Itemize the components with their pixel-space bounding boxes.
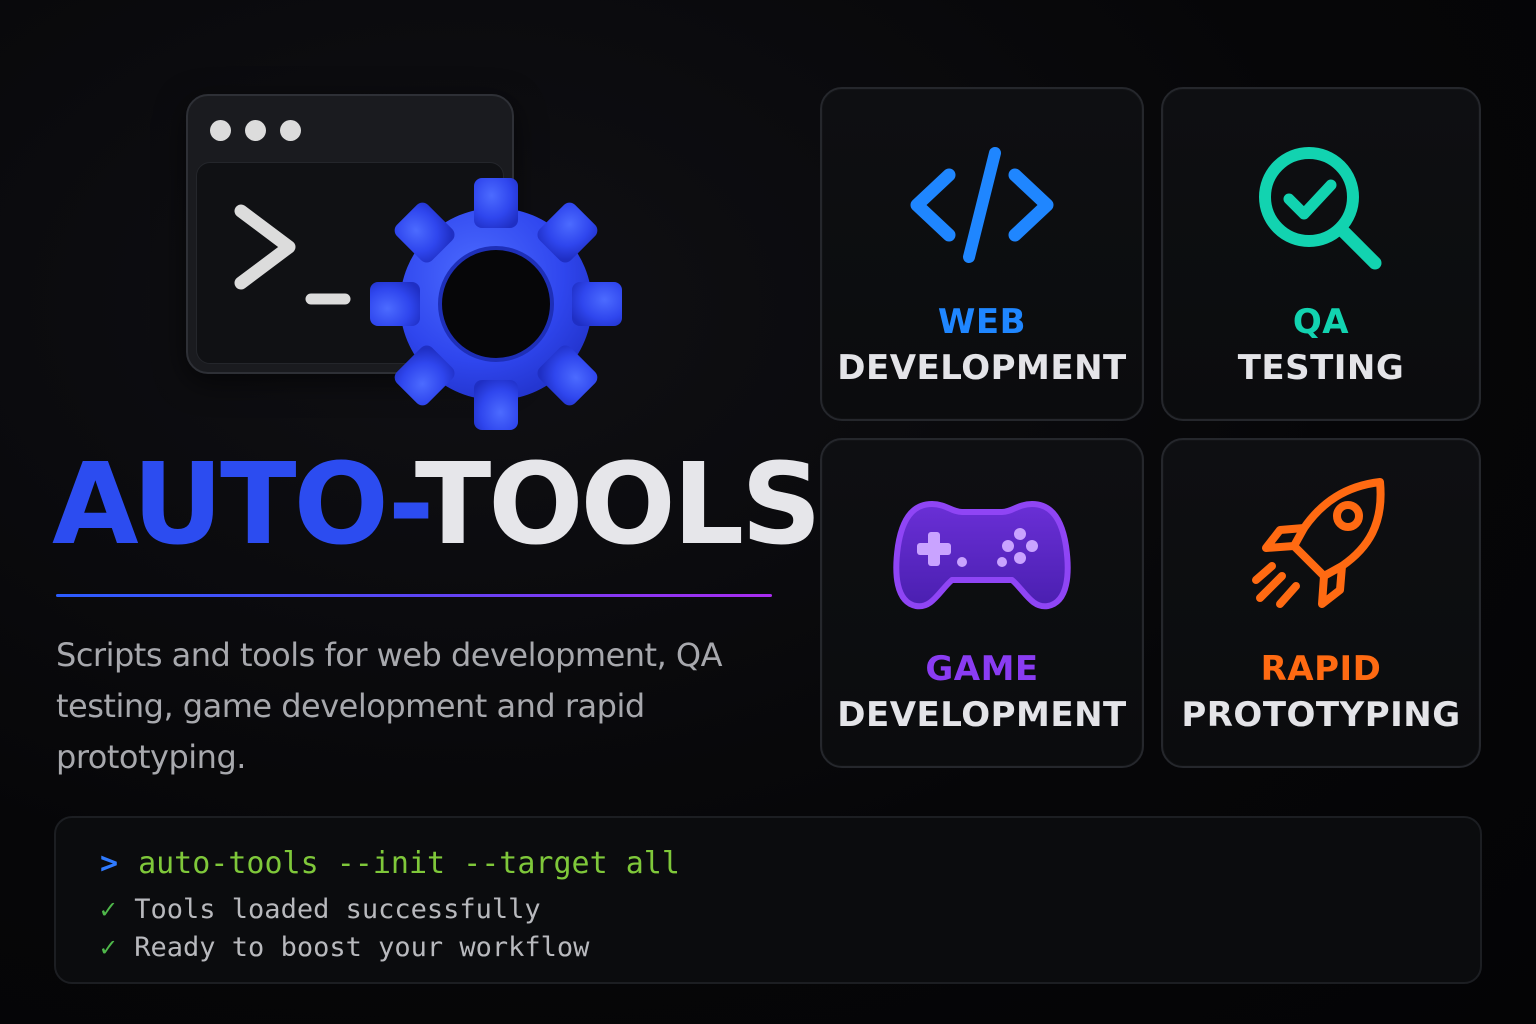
card-label-line1: QA — [1292, 302, 1350, 342]
brand-title-auto: AUTO- — [52, 440, 418, 570]
card-label: RAPID PROTOTYPING — [1163, 646, 1479, 738]
card-label: QA TESTING — [1163, 299, 1479, 391]
rocket-icon — [1252, 478, 1385, 608]
console-panel: > auto-tools --init --target all ✓ Tools… — [54, 816, 1482, 984]
card-label-line1: WEB — [937, 302, 1027, 342]
hero-logo — [180, 90, 630, 435]
console-command-row: > auto-tools --init --target all — [100, 846, 680, 881]
window-dot-icon — [245, 120, 266, 141]
prompt-chevron-icon: > — [100, 846, 119, 881]
page: AUTO-TOOLS Scripts and tools for web dev… — [0, 0, 1536, 1024]
card-label-line2: DEVELOPMENT — [837, 695, 1127, 735]
check-icon: ✓ — [100, 932, 117, 963]
card-qa-testing[interactable]: QA TESTING — [1161, 87, 1481, 421]
brand-title-tools: TOOLS — [414, 440, 822, 570]
check-icon: ✓ — [100, 894, 117, 925]
window-controls — [210, 120, 301, 141]
gear-icon — [370, 178, 622, 430]
console-output-line: ✓ Ready to boost your workflow — [100, 932, 589, 963]
brand-title: AUTO-TOOLS — [52, 440, 822, 570]
card-label-line2: TESTING — [1237, 348, 1405, 388]
console-command: auto-tools --init --target all — [138, 846, 680, 881]
card-label-line1: GAME — [925, 649, 1039, 689]
card-rapid-prototyping[interactable]: RAPID PROTOTYPING — [1161, 438, 1481, 768]
card-label-line2: DEVELOPMENT — [837, 348, 1127, 388]
console-output-text: Tools loaded successfully — [134, 894, 541, 925]
card-label: WEB DEVELOPMENT — [822, 299, 1142, 391]
tagline: Scripts and tools for web development, Q… — [56, 636, 723, 776]
console-output-text: Ready to boost your workflow — [134, 932, 590, 963]
gamepad-icon — [893, 501, 1071, 610]
card-label-line1: RAPID — [1260, 649, 1382, 689]
card-game-development[interactable]: GAME DEVELOPMENT — [820, 438, 1144, 768]
window-dot-icon — [210, 120, 231, 141]
code-brackets-icon — [910, 147, 1054, 263]
window-dot-icon — [280, 120, 301, 141]
magnifier-check-icon — [1259, 147, 1382, 270]
card-web-development[interactable]: WEB DEVELOPMENT — [820, 87, 1144, 421]
title-divider — [56, 594, 772, 597]
card-label: GAME DEVELOPMENT — [822, 646, 1142, 738]
console-output-line: ✓ Tools loaded successfully — [100, 894, 541, 925]
card-label-line2: PROTOTYPING — [1181, 695, 1461, 735]
